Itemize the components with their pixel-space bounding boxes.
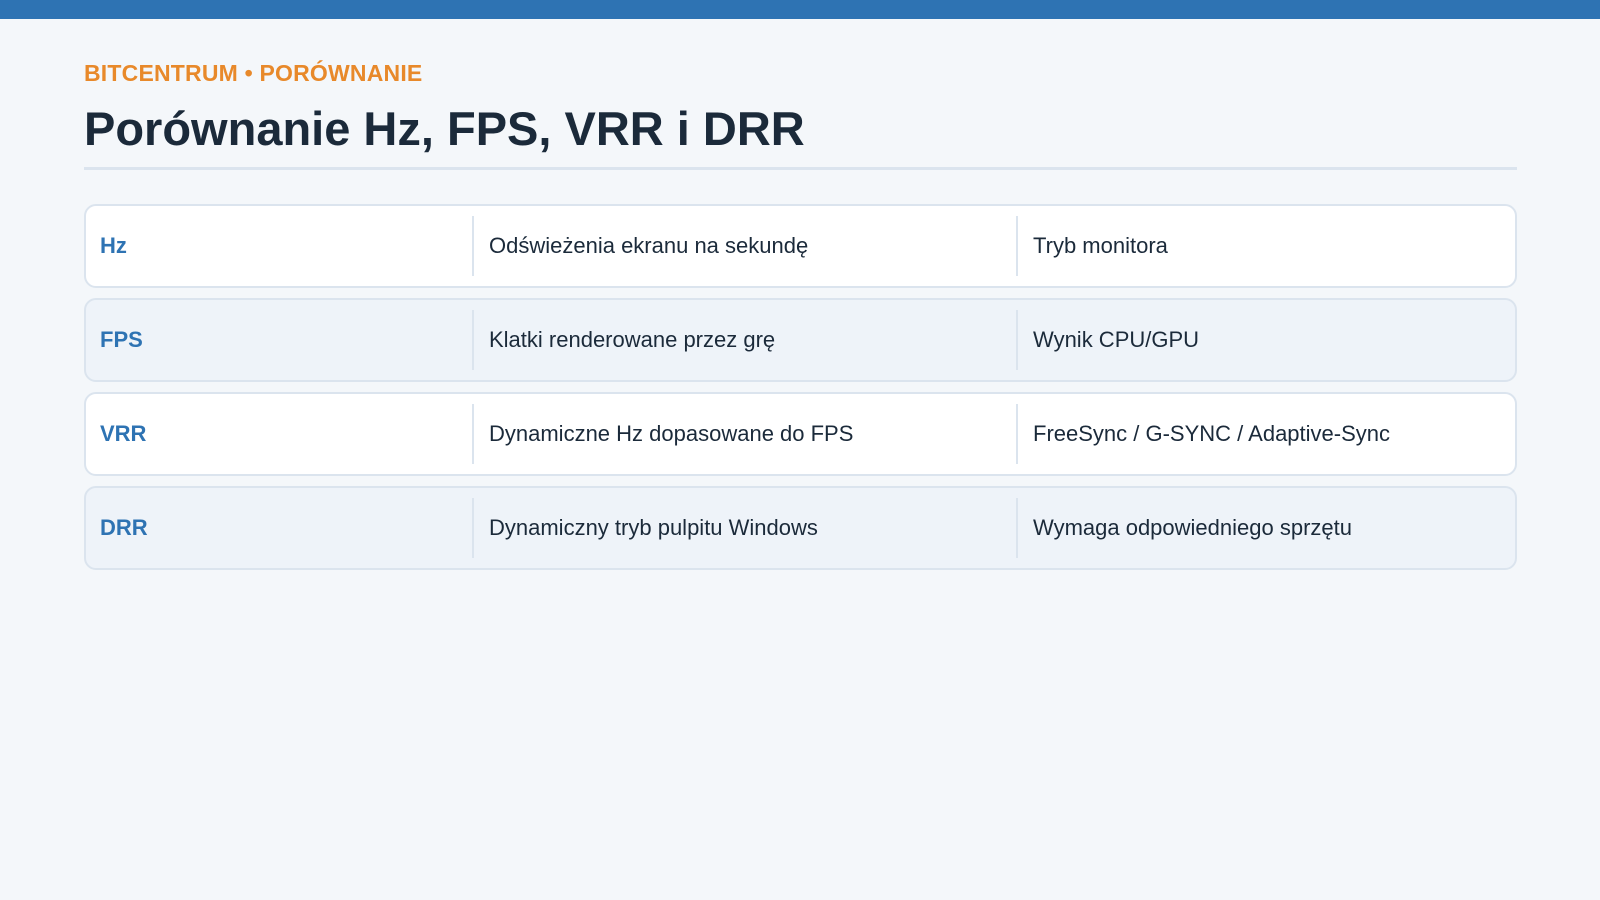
table-row-hz: Hz Odświeżenia ekranu na sekundę Tryb mo… (84, 204, 1517, 288)
row-note: Wynik CPU/GPU (1016, 310, 1515, 370)
row-term: FPS (100, 327, 143, 352)
section-kicker: BITCENTRUM • PORÓWNANIE (84, 60, 423, 86)
row-description: Klatki renderowane przez grę (472, 310, 1016, 370)
row-note: Wymaga odpowiedniego sprzętu (1016, 498, 1515, 558)
row-term: VRR (100, 421, 147, 446)
row-description: Dynamiczny tryb pulpitu Windows (472, 498, 1016, 558)
comparison-table: Hz Odświeżenia ekranu na sekundę Tryb mo… (84, 204, 1517, 570)
table-row-fps: FPS Klatki renderowane przez grę Wynik C… (84, 298, 1517, 382)
row-description: Dynamiczne Hz dopasowane do FPS (472, 404, 1016, 464)
table-row-drr: DRR Dynamiczny tryb pulpitu Windows Wyma… (84, 486, 1517, 570)
page-title: Porównanie Hz, FPS, VRR i DRR (84, 102, 805, 155)
table-row-vrr: VRR Dynamiczne Hz dopasowane do FPS Free… (84, 392, 1517, 476)
title-divider (84, 167, 1517, 170)
top-accent-bar (0, 0, 1600, 19)
row-note: FreeSync / G-SYNC / Adaptive-Sync (1016, 404, 1515, 464)
page-content: BITCENTRUM • PORÓWNANIE Porównanie Hz, F… (84, 58, 1517, 570)
row-term: Hz (100, 233, 127, 258)
row-note: Tryb monitora (1016, 216, 1515, 276)
row-term: DRR (100, 515, 148, 540)
row-description: Odświeżenia ekranu na sekundę (472, 216, 1016, 276)
